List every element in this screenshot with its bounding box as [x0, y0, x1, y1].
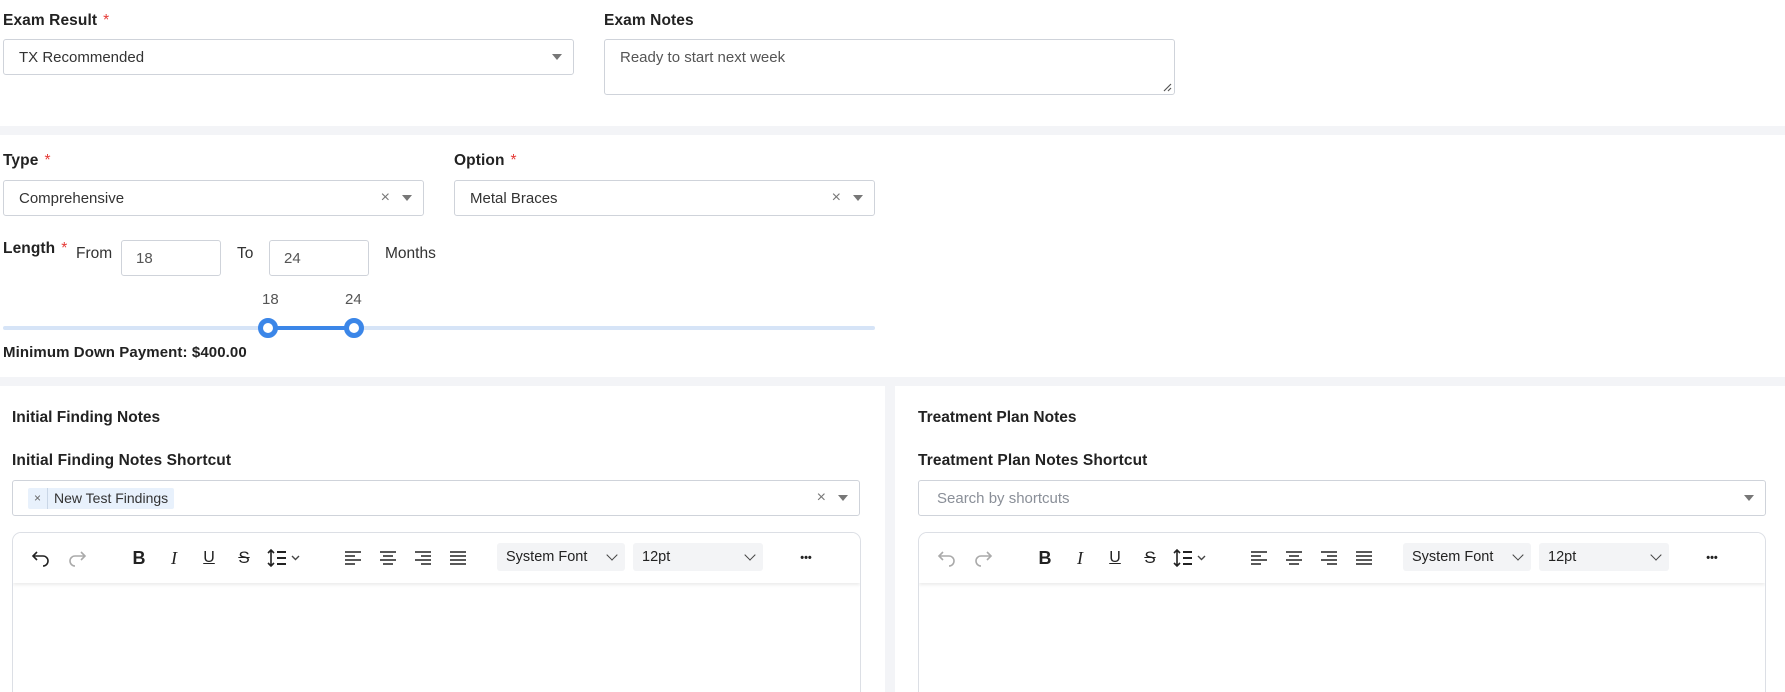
bold-icon[interactable]: B [127, 546, 151, 570]
font-size-select[interactable]: 12pt [633, 543, 763, 571]
slider-max-label: 24 [345, 291, 362, 308]
editor-toolbar: B I U S System Font 12pt ••• [13, 533, 860, 583]
exam-notes-textarea[interactable]: Ready to start next week [604, 39, 1175, 95]
italic-icon[interactable]: I [1068, 546, 1092, 570]
strikethrough-icon[interactable]: S [232, 546, 256, 570]
clear-icon[interactable]: × [817, 490, 826, 506]
italic-icon[interactable]: I [162, 546, 186, 570]
resize-handle-icon[interactable] [1163, 83, 1172, 92]
treatment-notes-shortcut-select[interactable]: Search by shortcuts [918, 480, 1766, 516]
font-family-value: System Font [506, 549, 588, 565]
bold-icon[interactable]: B [1033, 546, 1057, 570]
font-size-select[interactable]: 12pt [1539, 543, 1669, 571]
exam-result-value: TX Recommended [19, 48, 145, 66]
option-select[interactable]: Metal Braces × [454, 180, 875, 216]
tag-remove-icon[interactable]: × [28, 487, 49, 509]
slider-max-handle[interactable] [344, 318, 364, 338]
min-down-payment: Minimum Down Payment: $400.00 [3, 344, 247, 361]
redo-icon[interactable] [971, 546, 995, 570]
align-left-icon[interactable] [341, 546, 365, 570]
redo-icon[interactable] [65, 546, 89, 570]
align-right-icon[interactable] [1317, 546, 1341, 570]
more-options-icon[interactable]: ••• [793, 546, 819, 570]
initial-notes-panel: Initial Finding Notes Initial Finding No… [0, 386, 885, 692]
exam-panel: Exam Result * TX Recommended Exam Notes R… [0, 0, 1785, 126]
exam-notes-value: Ready to start next week [620, 49, 786, 66]
slider-min-handle[interactable] [258, 318, 278, 338]
length-label: Length * [3, 240, 68, 257]
slider-min-label: 18 [262, 291, 279, 308]
exam-result-select[interactable]: TX Recommended [3, 39, 574, 75]
chevron-down-icon[interactable] [853, 195, 863, 201]
selected-shortcut-tag: × New Test Findings [28, 487, 175, 509]
chevron-down-icon [1650, 549, 1662, 561]
underline-icon[interactable]: U [1103, 546, 1127, 570]
chevron-down-icon[interactable] [552, 54, 562, 60]
chevron-down-icon[interactable] [1744, 495, 1754, 501]
editor-toolbar: B I U S System Font 12pt ••• [919, 533, 1765, 583]
required-marker: * [61, 240, 68, 257]
clear-icon[interactable]: × [832, 190, 841, 206]
chevron-down-icon [1512, 549, 1524, 561]
more-options-icon[interactable]: ••• [1699, 546, 1725, 570]
exam-result-label: Exam Result * [3, 12, 110, 29]
align-right-icon[interactable] [411, 546, 435, 570]
treatment-notes-shortcut-label: Treatment Plan Notes Shortcut [918, 452, 1148, 469]
length-slider-range [268, 326, 354, 330]
line-height-icon[interactable] [1172, 546, 1212, 570]
chevron-down-icon [744, 549, 756, 561]
undo-icon[interactable] [29, 546, 53, 570]
initial-notes-title: Initial Finding Notes [12, 409, 161, 426]
length-slider-track[interactable] [3, 326, 875, 330]
clear-icon[interactable]: × [381, 190, 390, 206]
plan-panel: Type * Comprehensive × Option * Metal Brac… [0, 135, 1785, 377]
type-select[interactable]: Comprehensive × [3, 180, 424, 216]
required-marker: * [510, 152, 517, 169]
strikethrough-icon[interactable]: S [1138, 546, 1162, 570]
treatment-notes-panel: Treatment Plan Notes Treatment Plan Note… [895, 386, 1785, 692]
chevron-down-icon[interactable] [838, 495, 848, 501]
align-justify-icon[interactable] [446, 546, 470, 570]
tag-label: New Test Findings [54, 490, 169, 506]
length-to-input[interactable]: 24 [269, 240, 369, 276]
underline-icon[interactable]: U [197, 546, 221, 570]
option-label: Option * [454, 152, 517, 169]
initial-notes-editor[interactable]: B I U S System Font 12pt ••• [12, 532, 861, 692]
chevron-down-icon [606, 549, 618, 561]
to-label: To [237, 245, 254, 262]
required-marker: * [44, 152, 51, 169]
font-size-value: 12pt [1548, 549, 1577, 565]
align-center-icon[interactable] [1282, 546, 1306, 570]
type-label: Type * [3, 152, 51, 169]
from-label: From [76, 245, 113, 262]
align-center-icon[interactable] [376, 546, 400, 570]
exam-notes-label: Exam Notes [604, 12, 694, 29]
length-from-input[interactable]: 18 [121, 240, 221, 276]
line-height-icon[interactable] [266, 546, 306, 570]
months-label: Months [385, 245, 436, 262]
initial-notes-shortcut-select[interactable]: × New Test Findings × [12, 480, 860, 516]
initial-notes-shortcut-label: Initial Finding Notes Shortcut [12, 452, 232, 469]
font-family-value: System Font [1412, 549, 1494, 565]
type-value: Comprehensive [19, 189, 125, 207]
treatment-notes-editor[interactable]: B I U S System Font 12pt ••• [918, 532, 1766, 692]
chevron-down-icon[interactable] [402, 195, 412, 201]
shortcut-search-placeholder: Search by shortcuts [937, 489, 1070, 507]
font-size-value: 12pt [642, 549, 671, 565]
required-marker: * [103, 12, 110, 29]
font-family-select[interactable]: System Font [497, 543, 625, 571]
option-value: Metal Braces [470, 189, 558, 207]
font-family-select[interactable]: System Font [1403, 543, 1531, 571]
undo-icon[interactable] [935, 546, 959, 570]
treatment-notes-title: Treatment Plan Notes [918, 409, 1077, 426]
align-justify-icon[interactable] [1352, 546, 1376, 570]
align-left-icon[interactable] [1247, 546, 1271, 570]
